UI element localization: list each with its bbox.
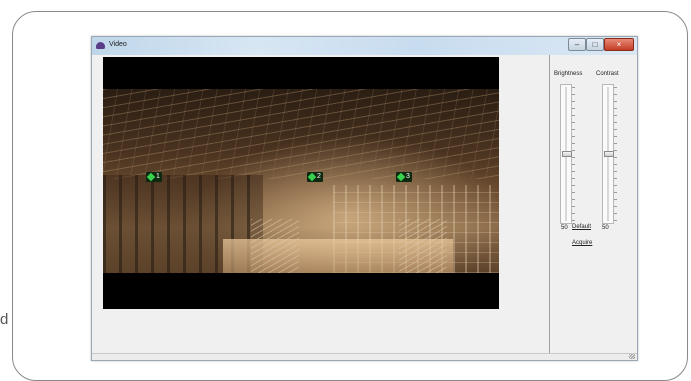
resize-grip-icon[interactable] [629,354,635,359]
contrast-slider-thumb[interactable] [604,151,614,157]
video-panel: 1 2 3 [103,57,499,309]
app-icon [96,42,105,49]
brightness-value: 50 [561,225,568,231]
staircase-left [251,219,299,273]
window-title: Video [109,41,127,48]
slider-ticks [614,87,617,221]
diamond-icon [146,172,156,182]
camera-marker-1[interactable]: 1 [146,172,162,182]
panel-divider [549,55,550,355]
video-feed[interactable]: 1 2 3 [103,89,499,273]
title-bar[interactable]: Video – □ × [92,37,637,55]
marker-label: 1 [156,173,160,180]
acquire-button[interactable]: Acquire [572,240,592,246]
maximize-button[interactable]: □ [586,38,604,51]
contrast-label: Contrast [596,71,619,77]
brightness-label: Brightness [554,71,583,77]
slider-ticks [572,87,575,221]
camera-marker-2[interactable]: 2 [307,172,323,182]
status-bar [92,353,637,360]
video-window: Video – □ × 1 2 3 Brightness Contrast 50… [91,36,638,361]
marker-label: 2 [317,173,321,180]
contrast-slider[interactable] [602,84,617,224]
marker-label: 3 [406,173,410,180]
brightness-slider-thumb[interactable] [562,151,572,157]
default-button[interactable]: Default [572,224,591,230]
minimize-button[interactable]: – [568,38,586,51]
roof-truss [103,89,499,179]
diamond-icon [307,172,317,182]
brightness-slider[interactable] [560,84,575,224]
staircase-right [399,219,447,273]
camera-marker-3[interactable]: 3 [396,172,412,182]
close-button[interactable]: × [604,38,634,51]
contrast-value: 50 [602,225,609,231]
diamond-icon [396,172,406,182]
margin-text: d [0,311,9,328]
